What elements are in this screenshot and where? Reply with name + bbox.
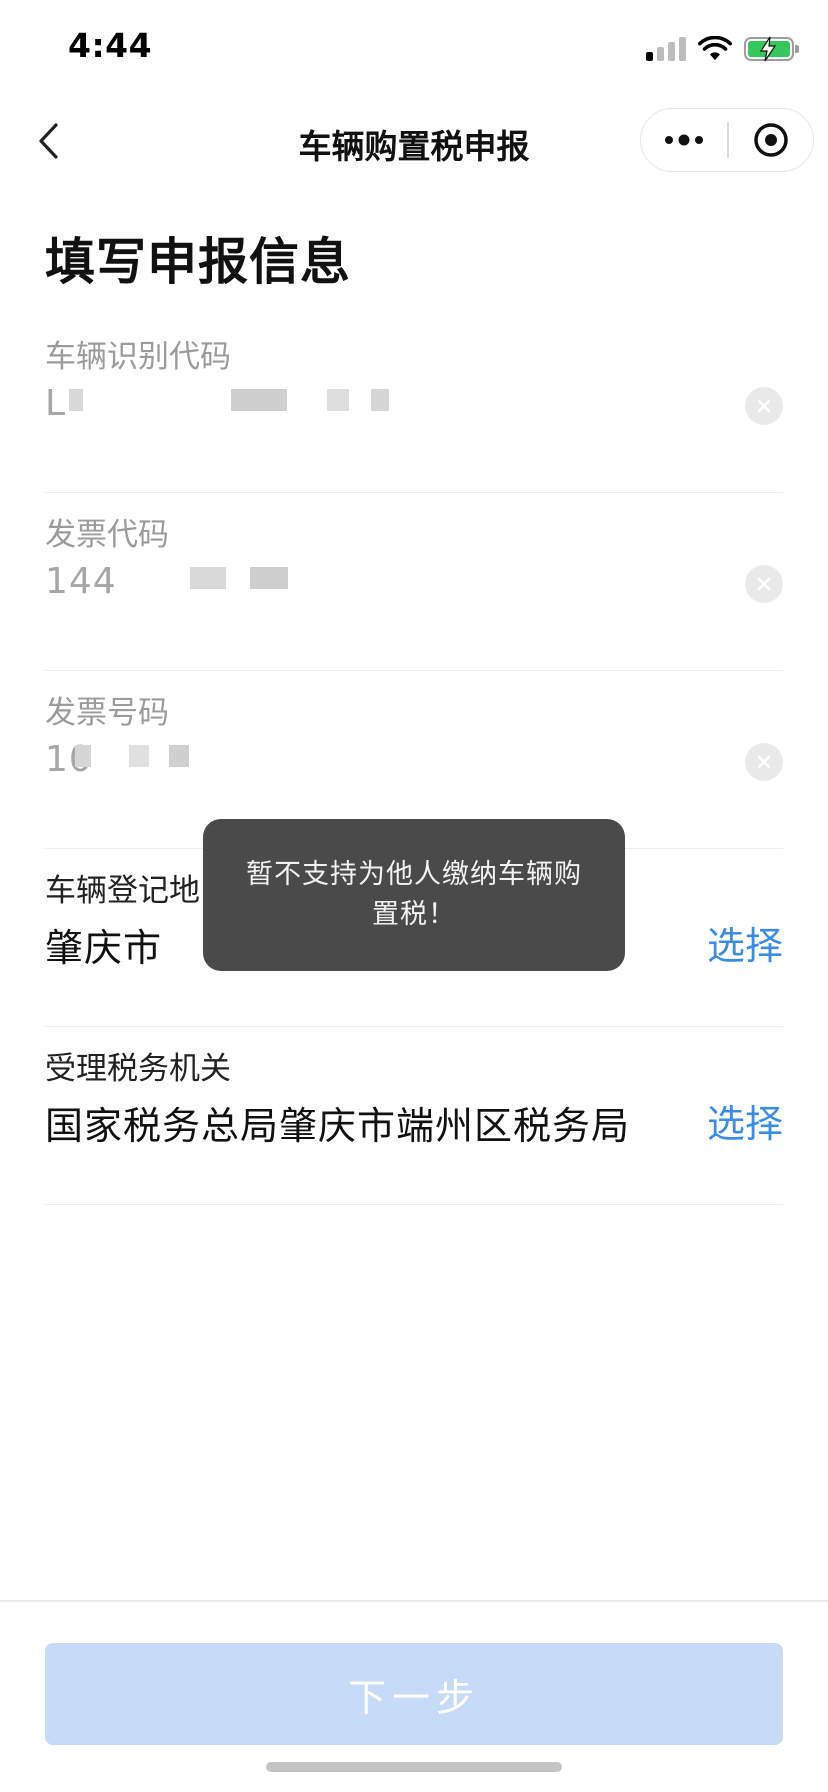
invoice-number-label: 发票号码 — [45, 695, 169, 731]
close-mini-program-button[interactable] — [729, 109, 814, 171]
signal-icon — [646, 37, 686, 61]
redaction-mask — [231, 389, 287, 411]
redaction-mask — [190, 567, 226, 589]
wifi-icon — [698, 36, 732, 60]
vin-clear-button[interactable] — [745, 387, 783, 425]
status-bar: 4:44 — [0, 0, 828, 96]
invoice-code-field: 发票代码 144 — [45, 493, 783, 671]
battery-charging-icon — [744, 36, 799, 62]
mini-program-capsule — [640, 108, 814, 172]
next-step-button[interactable]: 下一步 — [45, 1643, 783, 1745]
status-icons — [646, 34, 799, 64]
invoice-code-input[interactable]: 144 — [45, 561, 117, 602]
navigation-bar: 车辆购置税申报 — [0, 100, 828, 182]
redaction-mask — [129, 745, 149, 767]
registration-place-value: 肇庆市 — [45, 926, 163, 970]
status-time: 4:44 — [68, 26, 153, 65]
redaction-mask — [250, 567, 288, 589]
page-title: 填写申报信息 — [45, 233, 351, 291]
tax-office-select-link[interactable]: 选择 — [707, 1093, 783, 1148]
invoice-code-clear-button[interactable] — [745, 565, 783, 603]
redaction-mask — [371, 389, 389, 411]
more-dots-icon — [665, 134, 703, 146]
redaction-mask — [327, 389, 349, 411]
home-indicator — [266, 1762, 562, 1772]
clear-icon — [757, 755, 771, 769]
more-button[interactable] — [641, 109, 727, 171]
invoice-number-clear-button[interactable] — [745, 743, 783, 781]
clear-icon — [757, 577, 771, 591]
target-close-icon — [754, 123, 788, 157]
vin-input[interactable]: L — [45, 383, 66, 424]
tax-office-field: 受理税务机关 国家税务总局肇庆市端州区税务局 选择 — [45, 1027, 783, 1205]
vin-label: 车辆识别代码 — [45, 339, 231, 375]
redaction-mask — [75, 745, 91, 767]
tax-office-label: 受理税务机关 — [45, 1051, 231, 1087]
clear-icon — [757, 399, 771, 413]
registration-place-select-link[interactable]: 选择 — [707, 915, 783, 970]
registration-place-label: 车辆登记地 — [45, 873, 200, 909]
footer-divider — [0, 1600, 828, 1602]
redaction-mask — [169, 745, 189, 767]
redaction-mask — [69, 389, 83, 411]
toast: 暂不支持为他人缴纳车辆购置税！ — [203, 819, 625, 971]
vin-field: 车辆识别代码 L — [45, 315, 783, 493]
tax-office-value: 国家税务总局肇庆市端州区税务局 — [45, 1104, 631, 1148]
toast-message: 暂不支持为他人缴纳车辆购置税！ — [246, 859, 582, 930]
invoice-code-label: 发票代码 — [45, 517, 169, 553]
